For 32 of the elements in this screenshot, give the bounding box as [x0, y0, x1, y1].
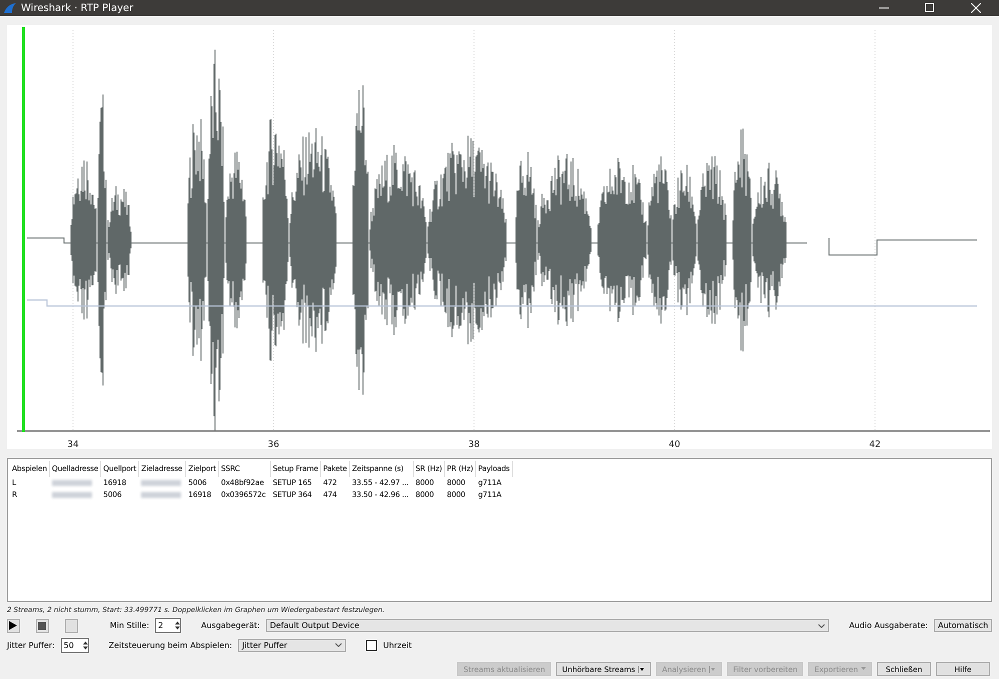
- play-button[interactable]: [7, 618, 20, 633]
- output-rate-dropdown[interactable]: Automatisch: [934, 619, 992, 632]
- output-device-dropdown[interactable]: Default Output Device: [266, 619, 830, 632]
- stop-button[interactable]: [36, 618, 49, 633]
- axis-tick-label: 40: [668, 440, 680, 450]
- axis-tick-label: 42: [869, 440, 881, 450]
- axis-tick-label: 34: [67, 440, 79, 450]
- redacted-address: [52, 492, 92, 498]
- window-title: Wireshark · RTP Player: [21, 2, 134, 14]
- fin-logo-icon: [4, 3, 16, 13]
- jitter-buffer-spinbox[interactable]: 50: [60, 638, 89, 653]
- redacted-address: [52, 480, 92, 486]
- redacted-address: [141, 480, 182, 486]
- output-rate-label: Audio Ausgaberate:: [849, 621, 928, 630]
- axis-tick-label: 38: [468, 440, 480, 450]
- output-device-label: Ausgabegerät:: [201, 621, 260, 630]
- dropdown-arrow-icon: [861, 667, 866, 672]
- close-icon[interactable]: [971, 3, 981, 13]
- spin-arrows-icon[interactable]: [175, 621, 180, 630]
- playhead-marker[interactable]: [22, 27, 25, 432]
- spin-arrows-icon[interactable]: [82, 640, 88, 650]
- clock-checkbox[interactable]: [366, 640, 378, 651]
- timing-dropdown[interactable]: Jitter Puffer: [238, 638, 346, 652]
- redacted-address: [141, 492, 182, 498]
- maximize-icon[interactable]: [925, 3, 935, 13]
- dropdown-arrow-icon[interactable]: [638, 666, 646, 673]
- min-silence-spinbox[interactable]: 2: [155, 618, 182, 634]
- jitter-buffer-label: Jitter Puffer:: [7, 640, 55, 650]
- axis-tick-label: 36: [268, 440, 280, 450]
- timing-label: Zeitsteuerung beim Abspielen:: [108, 640, 232, 650]
- min-silence-label: Min Stille:: [110, 621, 150, 630]
- clock-label: Uhrzeit: [383, 640, 412, 650]
